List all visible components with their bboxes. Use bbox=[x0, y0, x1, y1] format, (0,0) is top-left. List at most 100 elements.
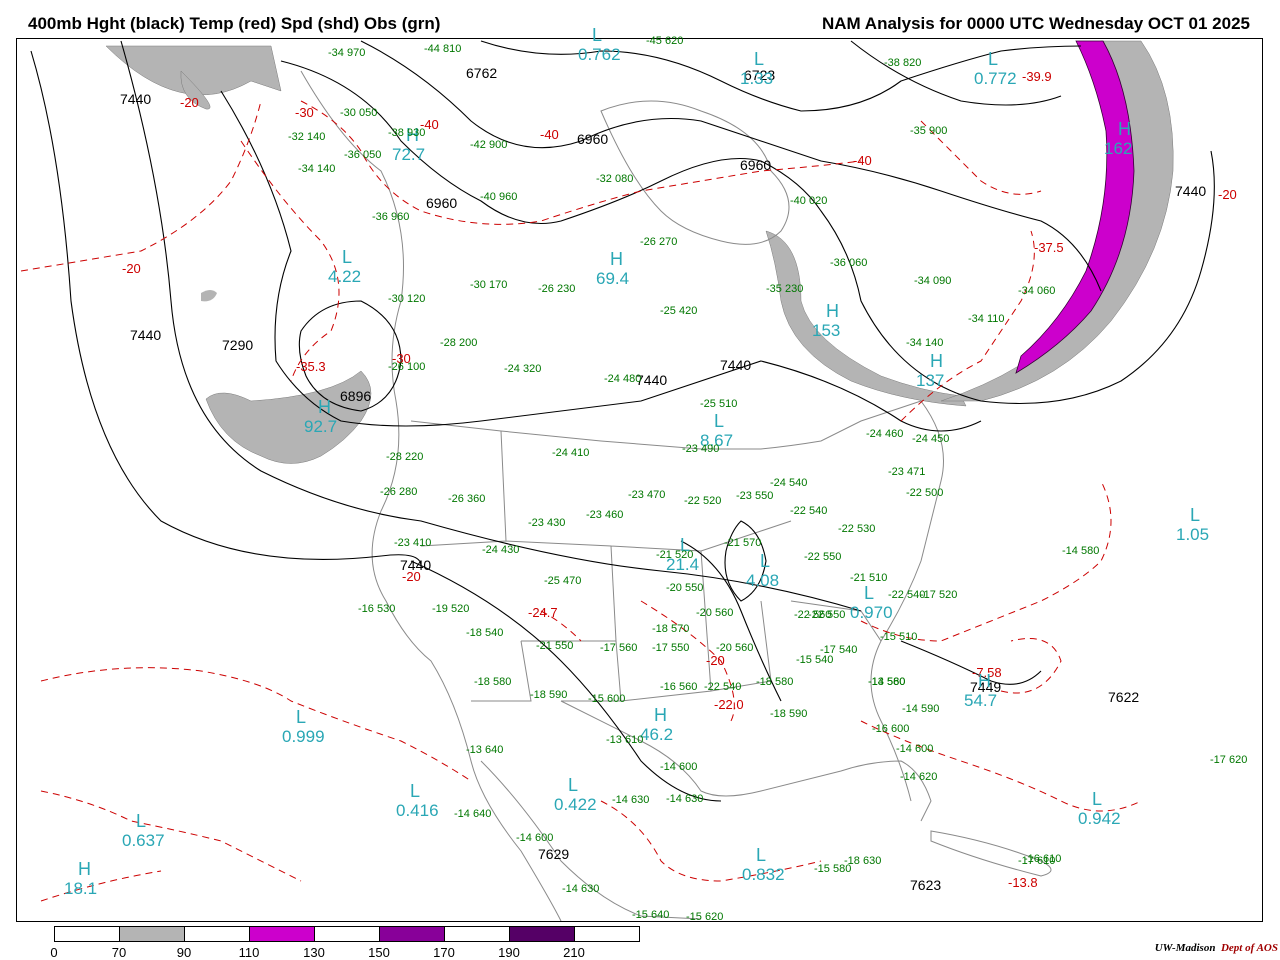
speed-center-marker: L bbox=[988, 49, 999, 69]
temperature-label: -40 bbox=[540, 127, 559, 142]
legend-tick: 110 bbox=[238, 945, 260, 960]
station-observation: -24 450 bbox=[912, 433, 950, 445]
station-observation: -23 490 bbox=[682, 443, 720, 455]
speed-center-marker: H bbox=[318, 397, 331, 417]
station-observation: -14 600 bbox=[516, 832, 554, 844]
height-contours bbox=[30, 40, 1215, 802]
station-observation: -22 540 bbox=[704, 681, 742, 693]
height-label: 7622 bbox=[1108, 689, 1140, 705]
height-label: 7440 bbox=[720, 357, 752, 373]
legend-tick: 210 bbox=[563, 945, 585, 960]
station-observation: -24 540 bbox=[770, 477, 808, 489]
station-observation: -21 510 bbox=[850, 572, 888, 584]
height-label: 7440 bbox=[120, 91, 152, 107]
station-observation: -23 460 bbox=[586, 509, 624, 521]
station-observation: -30 120 bbox=[388, 293, 426, 305]
legend-tick: 70 bbox=[111, 945, 127, 960]
station-observation: -14 620 bbox=[900, 771, 938, 783]
station-observation: -14 590 bbox=[902, 703, 940, 715]
station-observation: -38 930 bbox=[388, 127, 426, 139]
station-observation: -32 140 bbox=[288, 131, 326, 143]
speed-center-value: 46.2 bbox=[640, 725, 674, 744]
speed-center-value: 18.1 bbox=[64, 879, 98, 898]
station-observation: -22 540 bbox=[790, 505, 828, 517]
station-observation: -14 640 bbox=[454, 808, 492, 820]
legend-tick: 0 bbox=[50, 945, 58, 960]
station-observation: -20 550 bbox=[666, 582, 704, 594]
station-observation: -28 200 bbox=[440, 337, 478, 349]
jet-core-magenta bbox=[1015, 40, 1135, 374]
station-observation: -21 570 bbox=[724, 537, 762, 549]
station-observation: -30 170 bbox=[470, 279, 508, 291]
station-observation: -32 080 bbox=[596, 173, 634, 185]
station-observation: -35 900 bbox=[910, 125, 948, 137]
legend-swatch bbox=[315, 927, 380, 941]
station-observation: -34 140 bbox=[906, 337, 944, 349]
speed-center-marker: L bbox=[1190, 505, 1201, 525]
station-observation: -23 430 bbox=[528, 517, 566, 529]
speed-center-value: 153 bbox=[812, 321, 841, 340]
speed-center-marker: H bbox=[78, 859, 91, 879]
speed-center-value: 54.7 bbox=[964, 691, 998, 710]
speed-center-marker: H bbox=[826, 301, 839, 321]
temperature-label: -20 bbox=[402, 569, 421, 584]
legend-swatch bbox=[575, 927, 639, 941]
station-observation: -14 580 bbox=[1062, 545, 1100, 557]
speed-center-marker: H bbox=[1118, 119, 1131, 139]
temperature-label: -20 bbox=[180, 95, 199, 110]
station-observation: -15 510 bbox=[880, 631, 918, 643]
station-observation: -13 640 bbox=[466, 744, 504, 756]
legend-swatch bbox=[185, 927, 250, 941]
station-observation: -23 471 bbox=[888, 466, 926, 478]
station-observation: -22 550 bbox=[804, 551, 842, 563]
speed-center-value: 0.832 bbox=[742, 865, 785, 884]
temperature-label: -20 bbox=[1218, 187, 1237, 202]
temperature-label: -24.7 bbox=[528, 605, 558, 620]
height-label: 7440 bbox=[130, 327, 162, 343]
legend-swatch bbox=[55, 927, 120, 941]
station-observation: -22 500 bbox=[906, 487, 944, 499]
temperature-label: -22.0 bbox=[714, 697, 744, 712]
station-observation: -18 630 bbox=[844, 855, 882, 867]
speed-center-marker: H bbox=[610, 249, 623, 269]
temperature-label: -20 bbox=[122, 261, 141, 276]
temperature-label: -13.8 bbox=[1008, 875, 1038, 890]
station-observation: -24 480 bbox=[604, 373, 642, 385]
credit-label: UW-Madison Dept of AOS bbox=[1155, 942, 1278, 954]
analysis-time-label: NAM Analysis for 0000 UTC Wednesday OCT … bbox=[822, 14, 1250, 33]
legend-tick: 90 bbox=[176, 945, 192, 960]
station-observation: -34 090 bbox=[914, 275, 952, 287]
station-observation: -35 230 bbox=[766, 283, 804, 295]
station-observation: -17 550 bbox=[652, 642, 690, 654]
station-observation: -14 580 bbox=[868, 676, 906, 688]
station-observation: -17 620 bbox=[1210, 754, 1248, 766]
temperature-contours bbox=[20, 100, 1142, 902]
station-observation: -34 970 bbox=[328, 47, 366, 59]
station-observation: -22 520 bbox=[684, 495, 722, 507]
station-observation: -22 550 bbox=[808, 609, 846, 621]
station-observation: -14 630 bbox=[612, 794, 650, 806]
speed-center-marker: L bbox=[296, 707, 307, 727]
speed-center-marker: L bbox=[756, 845, 767, 865]
station-observation: -19 520 bbox=[432, 603, 470, 615]
station-observation: -24 410 bbox=[552, 447, 590, 459]
jet-shade-lowcenter bbox=[205, 370, 372, 464]
station-observation: -24 460 bbox=[866, 428, 904, 440]
speed-center-marker: H bbox=[978, 671, 991, 691]
speed-center-marker: H bbox=[654, 705, 667, 725]
speed-center-value: 0.970 bbox=[850, 603, 893, 622]
station-observation: -26 270 bbox=[640, 236, 678, 248]
station-observation: -24 430 bbox=[482, 544, 520, 556]
station-observation: -26 100 bbox=[388, 361, 426, 373]
station-observation: -24 320 bbox=[504, 363, 542, 375]
legend-tick: 150 bbox=[368, 945, 390, 960]
station-observation: -14 630 bbox=[562, 883, 600, 895]
legend-swatch bbox=[445, 927, 510, 941]
temperature-label: -40 bbox=[853, 153, 872, 168]
station-observation: -15 620 bbox=[686, 911, 724, 923]
station-observation: -23 410 bbox=[394, 537, 432, 549]
station-observation: -16 600 bbox=[872, 723, 910, 735]
station-observation: -26 360 bbox=[448, 493, 486, 505]
speed-center-value: 0.772 bbox=[974, 69, 1017, 88]
credit-dept: Dept of AOS bbox=[1220, 942, 1278, 954]
